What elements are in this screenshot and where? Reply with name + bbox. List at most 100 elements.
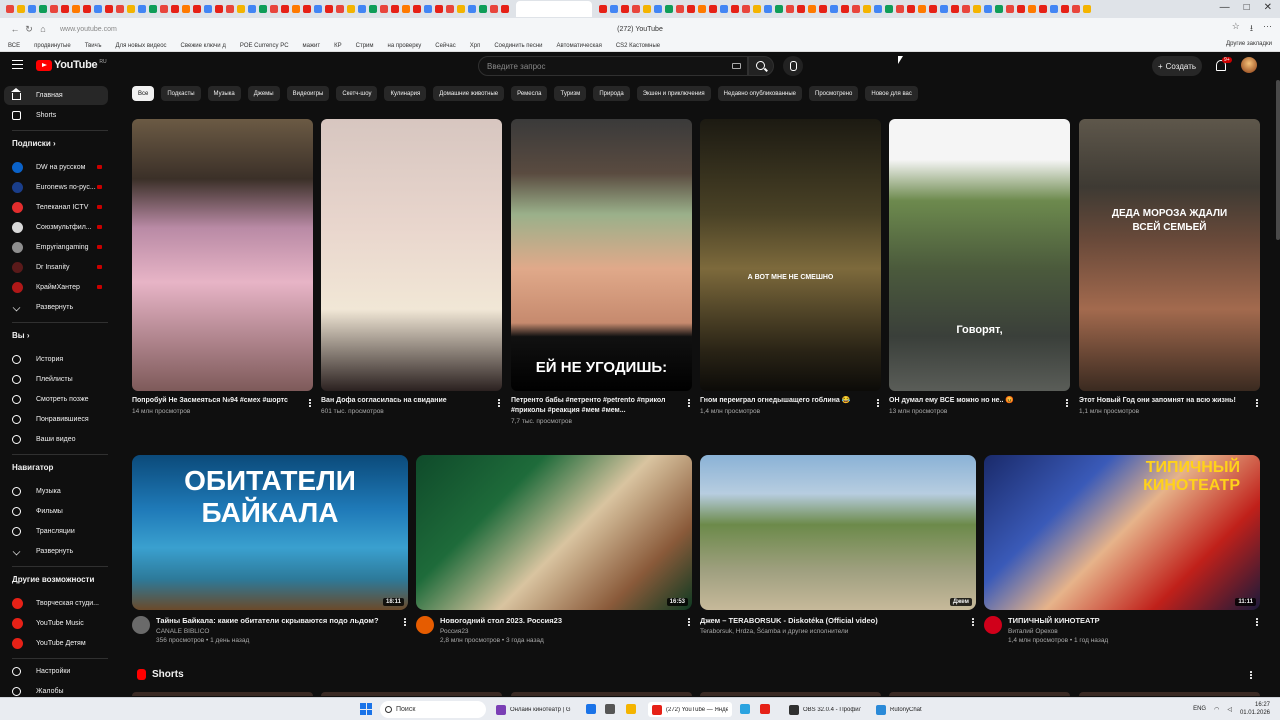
channel-name[interactable]: Teraborsuk, Hrdza, Šćamba и другие испол… — [700, 628, 976, 635]
taskbar-app[interactable]: (272) YouTube — Янде — [648, 702, 732, 717]
bookmark-item[interactable]: КР — [334, 43, 342, 49]
more-options-icon[interactable] — [687, 618, 690, 628]
browser-tab-icon[interactable] — [292, 5, 300, 13]
short-title[interactable]: Ван Дофа согласилась на свидание — [321, 396, 502, 406]
browser-tab-icon[interactable] — [39, 5, 47, 13]
browser-tab-icon[interactable] — [929, 5, 937, 13]
chip-9[interactable]: Туризм — [554, 86, 587, 101]
chip-4[interactable]: Видеоигры — [286, 86, 330, 101]
home-browser-icon[interactable]: ⌂ — [36, 24, 50, 34]
browser-tab-icon[interactable] — [182, 5, 190, 13]
search-input[interactable]: Введите запрос — [478, 56, 748, 76]
browser-tab-icon[interactable] — [819, 5, 827, 13]
sidebar-item[interactable]: DW на русском — [4, 158, 108, 177]
next-short-preview[interactable] — [321, 692, 502, 696]
sidebar-item[interactable]: Ваши видео — [4, 430, 108, 449]
chip-2[interactable]: Музыка — [207, 86, 241, 101]
browser-tab-icon[interactable] — [259, 5, 267, 13]
short-title[interactable]: Петренто бабы #петренто #petrento #прико… — [511, 396, 692, 416]
video-card[interactable]: 16:53 Новогодний стол 2023. Россия23 Росси… — [416, 455, 692, 644]
more-options-icon[interactable] — [308, 399, 311, 409]
browser-tab-icon[interactable] — [808, 5, 816, 13]
browser-tab-icon[interactable] — [918, 5, 926, 13]
chip-11[interactable]: Экшен и приключения — [636, 86, 711, 101]
sidebar-item[interactable]: Empyriangaming — [4, 238, 108, 257]
minimize-icon[interactable]: — — [1220, 2, 1230, 13]
browser-tab-icon[interactable] — [127, 5, 135, 13]
sidebar-item[interactable]: Главная — [4, 86, 108, 105]
video-title[interactable]: Новогодний стол 2023. Россия23 — [440, 616, 692, 626]
browser-tab-icon[interactable] — [72, 5, 80, 13]
bookmark-item[interactable]: мажит — [303, 43, 321, 49]
channel-avatar[interactable] — [416, 616, 434, 634]
browser-tab-icon[interactable] — [303, 5, 311, 13]
browser-tab-icon[interactable] — [446, 5, 454, 13]
bookmark-item[interactable]: Свежие ключи д — [181, 43, 226, 49]
browser-tab-icon[interactable] — [391, 5, 399, 13]
next-short-preview[interactable] — [889, 692, 1070, 696]
browser-tab-icon[interactable] — [171, 5, 179, 13]
next-short-preview[interactable] — [511, 692, 692, 696]
browser-tab-icon[interactable] — [643, 5, 651, 13]
browser-tab-icon[interactable] — [896, 5, 904, 13]
browser-tab-icon[interactable] — [116, 5, 124, 13]
chip-0[interactable]: Все — [132, 86, 155, 101]
bookmark-item[interactable]: Хрп — [470, 43, 481, 49]
browser-tab-icon[interactable] — [237, 5, 245, 13]
browser-tab-icon[interactable] — [973, 5, 981, 13]
short-thumbnail[interactable]: Говорят, — [889, 119, 1070, 391]
browser-tab-icon[interactable] — [852, 5, 860, 13]
browser-tab-icon[interactable] — [1006, 5, 1014, 13]
browser-tab-icon[interactable] — [720, 5, 728, 13]
browser-tab-icon[interactable] — [786, 5, 794, 13]
youtube-logo[interactable]: YouTube RU — [36, 59, 107, 71]
short-card[interactable]: Ван Дофа согласилась на свидание 601 тыс.… — [321, 119, 502, 415]
more-options-icon[interactable] — [403, 618, 406, 628]
video-thumbnail[interactable]: ОБИТАТЕЛИ БАЙКАЛА 18:11 — [132, 455, 408, 610]
browser-tab-icon[interactable] — [962, 5, 970, 13]
more-options-icon[interactable] — [497, 399, 500, 409]
browser-tab-icon[interactable] — [1039, 5, 1047, 13]
browser-tab-icon[interactable] — [270, 5, 278, 13]
sidebar-item[interactable]: Развернуть — [4, 298, 108, 317]
browser-tab-icon[interactable] — [149, 5, 157, 13]
sidebar-item[interactable]: Euronews по-рус... — [4, 178, 108, 197]
browser-tab-icon[interactable] — [501, 5, 509, 13]
clock[interactable]: 16:27 01.01.2026 — [1240, 701, 1270, 717]
download-icon[interactable]: ⭳ — [1250, 21, 1253, 37]
other-features-head[interactable]: Другие возможности — [12, 575, 94, 584]
browser-tab-icon[interactable] — [325, 5, 333, 13]
browser-tab-icon[interactable] — [424, 5, 432, 13]
short-title[interactable]: Этот Новый Год они запомнят на всю жизнь… — [1079, 396, 1260, 406]
back-icon[interactable]: ← — [8, 24, 22, 34]
keyboard-icon[interactable] — [732, 63, 741, 69]
channel-name[interactable]: Виталий Орехов — [1008, 628, 1260, 635]
browser-tab-icon[interactable] — [402, 5, 410, 13]
browser-tab-icon[interactable] — [435, 5, 443, 13]
browser-tab-icon[interactable] — [1028, 5, 1036, 13]
browser-tab-icon[interactable] — [490, 5, 498, 13]
wifi-icon[interactable]: ◠ — [1214, 706, 1219, 713]
bookmark-item[interactable]: на проверку — [388, 43, 422, 49]
short-thumbnail[interactable] — [132, 119, 313, 391]
short-card[interactable]: Говорят, ОН думал ему ВСЕ можно но не.. 😡… — [889, 119, 1070, 415]
browser-tab-icon[interactable] — [468, 5, 476, 13]
browser-tab-icon[interactable] — [1083, 5, 1091, 13]
channel-avatar[interactable] — [984, 616, 1002, 634]
browser-tab-icon[interactable] — [215, 5, 223, 13]
browser-tab-icon[interactable] — [951, 5, 959, 13]
more-options-icon[interactable] — [1255, 399, 1258, 409]
mic-icon[interactable] — [783, 56, 803, 76]
browser-tab-icon[interactable] — [698, 5, 706, 13]
sidebar-item[interactable]: Развернуть — [4, 542, 108, 561]
more-options-icon[interactable] — [1065, 399, 1068, 409]
bookmark-item[interactable]: POE Currency PC — [240, 43, 289, 49]
browser-tab-icon[interactable] — [369, 5, 377, 13]
video-thumbnail[interactable]: 16:53 — [416, 455, 692, 610]
browser-tab-icon[interactable] — [193, 5, 201, 13]
browser-tab-icon[interactable] — [687, 5, 695, 13]
short-card[interactable]: ДЕДА МОРОЗА ЖДАЛИ ВСЕЙ СЕМЬЕЙ Этот Новый … — [1079, 119, 1260, 415]
chip-12[interactable]: Недавно опубликованные — [717, 86, 802, 101]
close-icon[interactable]: ✕ — [1264, 2, 1272, 13]
short-title[interactable]: ОН думал ему ВСЕ можно но не.. 😡 — [889, 396, 1070, 406]
